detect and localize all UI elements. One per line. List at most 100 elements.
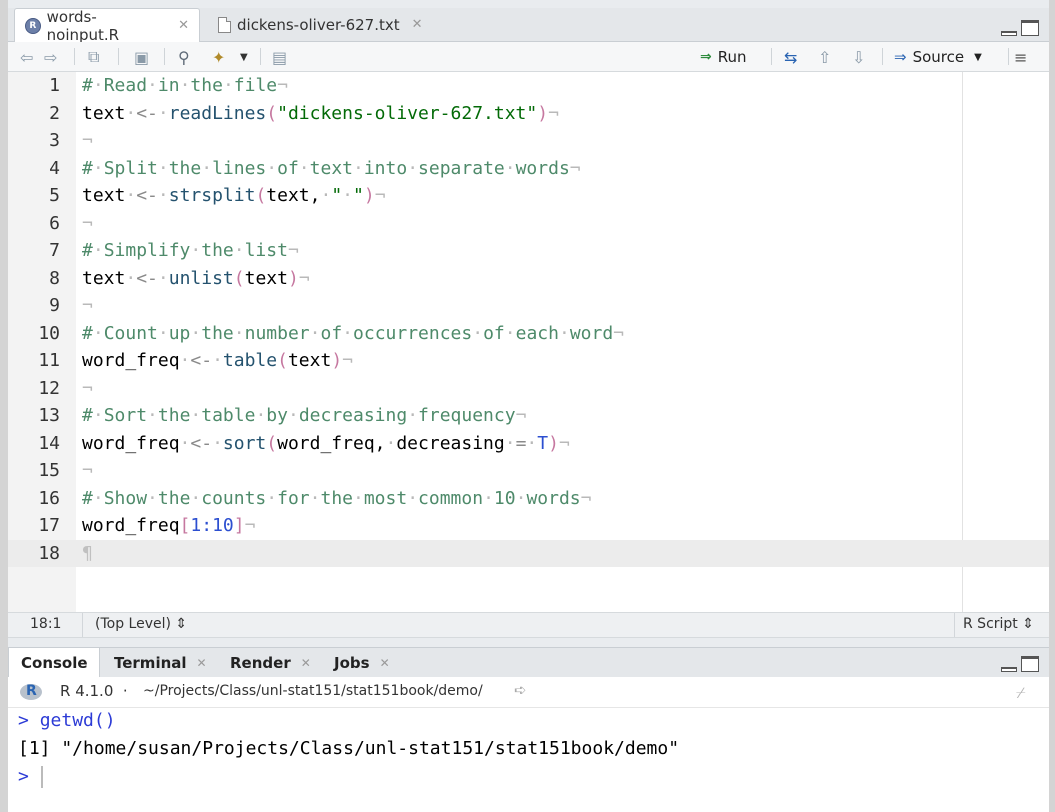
r-file-icon: R: [25, 17, 41, 34]
updown-icon: ⇕: [1022, 616, 1034, 632]
tab-console[interactable]: Console: [8, 648, 100, 678]
updown-icon: ⇕: [175, 616, 188, 632]
outline-icon[interactable]: ≡: [1014, 47, 1027, 67]
line-number: 15: [38, 460, 60, 481]
code-line[interactable]: 6 ¬: [8, 210, 1049, 238]
code-line[interactable]: 17 word_freq[1:10]¬: [8, 512, 1049, 540]
line-number: 3: [49, 130, 60, 151]
r-version: R 4.1.0 ·: [60, 682, 128, 700]
code-line[interactable]: 2 text·<-·readLines("dickens-oliver-627.t…: [8, 100, 1049, 128]
close-icon[interactable]: ✕: [412, 17, 423, 32]
maximize-pane-icon[interactable]: [1021, 20, 1039, 36]
tab-dickens-oliver[interactable]: dickens-oliver-627.txt ✕: [208, 8, 436, 41]
comment-text: Show·the·counts·for·the·most·common·10·w…: [103, 487, 581, 509]
tab-jobs[interactable]: Jobs ✕: [322, 648, 402, 677]
run-arrow-icon: ⇒: [700, 49, 712, 65]
tab-render[interactable]: Render ✕: [218, 648, 318, 677]
close-icon[interactable]: ✕: [178, 18, 189, 33]
function-name: readLines: [168, 102, 267, 124]
code-line[interactable]: 3 ¬: [8, 127, 1049, 155]
clear-console-icon[interactable]: ⌿: [1016, 683, 1034, 702]
line-number: 6: [49, 212, 60, 234]
close-icon[interactable]: ✕: [301, 656, 311, 670]
tab-label: Render: [230, 653, 291, 672]
code-editor[interactable]: 1 #·Read·in·the·file¬ 2 text·<-·readLines(…: [8, 72, 1049, 612]
file-type-selector[interactable]: R Script ⇕: [963, 616, 1034, 632]
console-command-line: > getwd(): [18, 710, 116, 731]
line-number: 2: [49, 102, 60, 124]
code-line[interactable]: 7 #·Simplify·the·list¬: [8, 237, 1049, 265]
tab-label: dickens-oliver-627.txt: [237, 15, 400, 34]
prompt-symbol: >: [18, 710, 29, 731]
line-number: 13: [38, 405, 60, 426]
compile-report-icon[interactable]: ▤: [272, 47, 287, 67]
line-number: 1: [49, 75, 60, 96]
code-line-current[interactable]: 18 ¶: [8, 539, 1049, 567]
rerun-icon[interactable]: ⇆: [784, 47, 797, 67]
go-to-directory-icon[interactable]: ➪: [514, 681, 527, 699]
line-number: 9: [49, 295, 60, 316]
line-number: 7: [49, 240, 60, 261]
line-number: 16: [38, 487, 60, 509]
show-in-window-icon[interactable]: ⧉: [88, 47, 99, 67]
close-icon[interactable]: ✕: [380, 656, 390, 670]
working-directory: ~/Projects/Class/unl-stat151/stat151book…: [143, 683, 483, 699]
tab-label: words-noinput.R: [46, 7, 120, 44]
code-line[interactable]: 5 text·<-·strsplit(text,·"·")¬: [8, 182, 1049, 210]
source-button[interactable]: ⇒ Source ▼: [894, 46, 982, 68]
source-label: Source: [912, 48, 965, 66]
tab-terminal[interactable]: Terminal ✕: [102, 648, 216, 677]
line-number: 11: [38, 350, 60, 371]
code-line[interactable]: 9 ¬: [8, 292, 1049, 320]
code-line[interactable]: 16 #·Show·the·counts·for·the·most·common·…: [8, 485, 1049, 513]
code-line[interactable]: 1 #·Read·in·the·file¬: [8, 72, 1049, 100]
prompt-symbol: >: [18, 766, 29, 787]
line-number: 17: [38, 515, 60, 536]
code-line[interactable]: 15 ¬: [8, 457, 1049, 485]
minimize-pane-icon[interactable]: [1001, 31, 1017, 36]
function-name: table: [222, 350, 278, 371]
code-line[interactable]: 13 #·Sort·the·table·by·decreasing·frequen…: [8, 402, 1049, 430]
search-icon[interactable]: ⚲: [178, 47, 190, 67]
code-line[interactable]: 10 #·Count·up·the·number·of·occurrences·o…: [8, 320, 1049, 348]
code-line[interactable]: 14 word_freq·<-·sort(word_freq,·decreasin…: [8, 430, 1049, 458]
minimize-pane-icon[interactable]: [1001, 667, 1017, 672]
go-up-icon[interactable]: ⇧: [818, 47, 831, 67]
console-tab-bar: Console Terminal ✕ Render ✕ Jobs ✕: [8, 647, 1049, 678]
save-icon[interactable]: ▣: [134, 47, 149, 67]
go-down-icon[interactable]: ⇩: [852, 47, 865, 67]
editor-status-bar: 18:1 (Top Level) ⇕ R Script ⇕: [8, 612, 1049, 638]
cursor-position: 18:1: [30, 616, 62, 632]
file-type-label: R Script: [963, 616, 1018, 632]
code-line[interactable]: 11 word_freq·<-·table(text)¬: [8, 347, 1049, 375]
text-cursor: ¶: [82, 542, 93, 564]
comment-text: Sort·the·table·by·decreasing·frequency: [103, 405, 516, 426]
line-number: 14: [38, 432, 60, 454]
code-line[interactable]: 12 ¬: [8, 375, 1049, 403]
editor-toolbar: ⇦ ⇨ ⧉ ▣ ⚲ ✦ ▼ ▤ ⇒ Run ⇆ ⇧ ⇩ ⇒ Source ▼ ≡: [8, 42, 1049, 72]
run-button[interactable]: ⇒ Run: [700, 46, 747, 68]
tab-label: Terminal: [114, 653, 187, 672]
code-line[interactable]: 4 #·Split·the·lines·of·text·into·separate…: [8, 155, 1049, 183]
function-name: unlist: [168, 267, 234, 289]
source-arrow-icon: ⇒: [894, 48, 907, 66]
forward-arrow-icon[interactable]: ⇨: [44, 47, 57, 67]
back-arrow-icon[interactable]: ⇦: [20, 47, 33, 67]
maximize-pane-icon[interactable]: [1021, 656, 1039, 672]
console-input-line[interactable]: >: [18, 766, 43, 788]
code-line[interactable]: 8 text·<-·unlist(text)¬: [8, 265, 1049, 293]
chevron-down-icon[interactable]: ▼: [240, 47, 248, 67]
console-output[interactable]: > getwd() [1] "/home/susan/Projects/Clas…: [8, 708, 1049, 812]
chevron-down-icon[interactable]: ▼: [974, 52, 982, 63]
scope-selector[interactable]: (Top Level) ⇕: [95, 616, 187, 632]
tab-label: Jobs: [334, 653, 370, 672]
tab-words-noinput[interactable]: R words-noinput.R ✕: [14, 7, 200, 44]
string-literal: "dickens-oliver-627.txt": [277, 102, 538, 124]
console-output-line: [1] "/home/susan/Projects/Class/unl-stat…: [18, 738, 680, 759]
line-number: 10: [38, 322, 60, 344]
close-icon[interactable]: ✕: [197, 656, 207, 670]
code-tools-wand-icon[interactable]: ✦: [212, 47, 225, 67]
comment-text: Read·in·the·file: [103, 75, 278, 96]
index-range: 1:10: [190, 515, 234, 536]
tab-label: Console: [21, 654, 88, 672]
